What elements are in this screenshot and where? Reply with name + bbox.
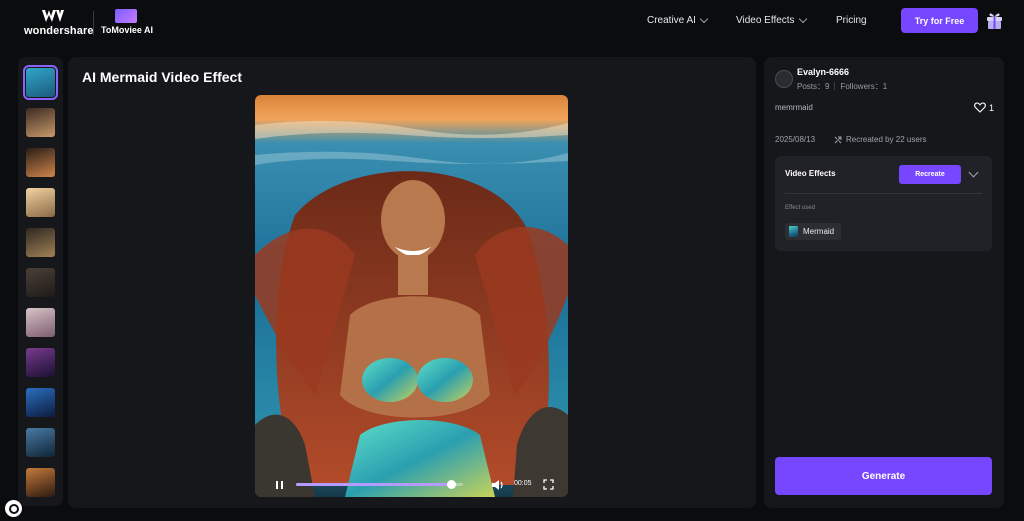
avatar[interactable] <box>775 70 793 88</box>
chevron-down-icon[interactable] <box>968 167 979 178</box>
nav-creative-ai[interactable]: Creative AI <box>647 14 709 26</box>
tomoviee-logo[interactable]: ToMoviee AI <box>101 9 161 37</box>
tomoviee-wordmark: ToMoviee AI <box>101 25 154 35</box>
page-title: AI Mermaid Video Effect <box>82 69 243 85</box>
effect-used-label: Effect used <box>785 205 815 211</box>
thumb-2[interactable] <box>26 108 55 137</box>
followers-label: Followers： <box>840 82 883 91</box>
prompt-text: memrmaid <box>775 103 813 112</box>
effect-chip-mermaid[interactable]: Mermaid <box>785 223 842 240</box>
posts-label: Posts： <box>797 82 826 91</box>
thumb-4[interactable] <box>26 188 55 217</box>
effect-thumbnails-rail <box>18 57 63 506</box>
wondershare-logo[interactable]: wondershare <box>24 9 93 37</box>
thumb-6[interactable] <box>26 268 55 297</box>
wondershare-wordmark: wondershare <box>24 25 94 37</box>
volume-icon[interactable] <box>491 479 504 491</box>
card-divider <box>785 193 982 194</box>
video-effects-card: Video Effects Recreate Effect used Merma… <box>775 156 992 251</box>
video-effects-title: Video Effects <box>785 169 836 178</box>
try-for-free-button[interactable]: Try for Free <box>901 8 978 33</box>
thumb-9[interactable] <box>26 388 55 417</box>
like-button[interactable]: 1 <box>974 102 994 113</box>
author-username[interactable]: Evalyn-6666 <box>797 67 849 77</box>
chevron-down-icon <box>699 14 709 24</box>
help-icon[interactable] <box>5 500 22 517</box>
recreated-text: Recreated by 22 users <box>846 135 927 144</box>
recreate-button[interactable]: Recreate <box>899 165 961 184</box>
video-panel: AI Mermaid Video Effect 00:05 <box>68 57 756 508</box>
thumb-1[interactable] <box>23 65 58 100</box>
nav-video-effects-label: Video Effects <box>736 15 795 26</box>
followers-count: 1 <box>882 82 888 91</box>
progress-fill <box>296 483 452 486</box>
heart-icon <box>974 102 986 113</box>
mermaid-effect-thumbnail <box>789 226 798 237</box>
like-count: 1 <box>989 102 995 113</box>
nav-pricing[interactable]: Pricing <box>836 15 867 26</box>
generate-button[interactable]: Generate <box>775 457 992 495</box>
fullscreen-icon[interactable] <box>543 479 554 490</box>
gift-icon[interactable] <box>986 11 1003 30</box>
nav-pricing-label: Pricing <box>836 15 867 26</box>
effect-name: Mermaid <box>803 227 835 236</box>
wondershare-mark-icon <box>42 10 64 22</box>
thumb-11[interactable] <box>26 468 55 497</box>
pause-icon[interactable] <box>275 480 285 490</box>
nav-video-effects[interactable]: Video Effects <box>736 14 807 26</box>
nav-creative-ai-label: Creative AI <box>647 15 696 26</box>
posts-count: 9 <box>825 82 830 91</box>
author-stats: Posts：9 Followers：1 <box>797 81 887 92</box>
mermaid-video-frame <box>255 95 568 497</box>
playback-time: 00:05 <box>514 480 532 487</box>
recreated-count: Recreated by 22 users <box>834 135 927 144</box>
thumb-5[interactable] <box>26 228 55 257</box>
logo-divider <box>93 11 94 35</box>
thumb-7[interactable] <box>26 308 55 337</box>
tomoviee-mark-icon <box>115 9 137 23</box>
thumb-10[interactable] <box>26 428 55 457</box>
thumb-8[interactable] <box>26 348 55 377</box>
shuffle-icon <box>834 136 842 143</box>
top-navigation: wondershare ToMoviee AI Creative AI Vide… <box>0 0 1024 43</box>
video-player[interactable]: 00:05 <box>255 95 568 497</box>
player-controls: 00:05 <box>255 473 568 497</box>
details-panel: Evalyn-6666 Posts：9 Followers：1 memrmaid … <box>764 57 1004 508</box>
post-date: 2025/08/13 <box>775 135 816 144</box>
chevron-down-icon <box>798 14 807 24</box>
thumb-3[interactable] <box>26 148 55 177</box>
progress-knob[interactable] <box>447 480 457 489</box>
progress-bar[interactable] <box>296 480 463 489</box>
